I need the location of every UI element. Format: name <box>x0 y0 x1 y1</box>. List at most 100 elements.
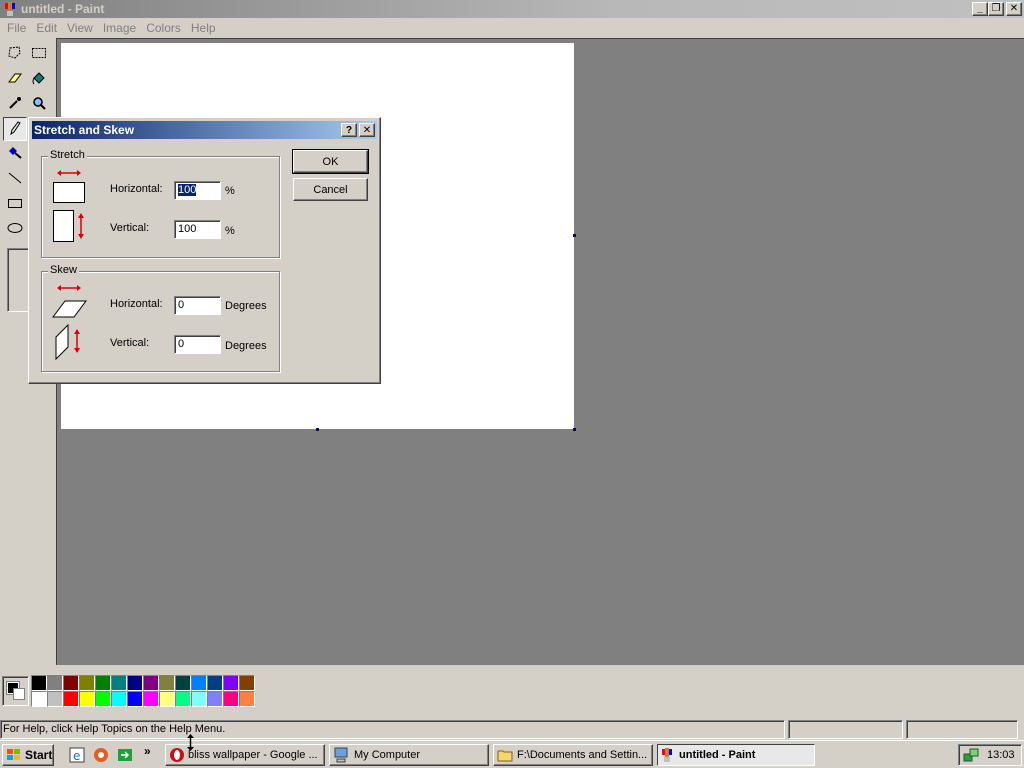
skew-group: Skew Horizontal: 0 Degrees Vertical: 0 D… <box>41 264 280 372</box>
palette-swatch[interactable] <box>223 675 239 691</box>
my-computer-icon <box>333 747 349 763</box>
dialog-title-bar[interactable]: Stretch and Skew ? ✕ <box>32 121 377 139</box>
stretch-vertical-value: 100 <box>178 223 197 235</box>
task-documents-folder[interactable]: F:\Documents and Settin... <box>493 744 653 766</box>
tool-brush[interactable] <box>3 142 27 166</box>
rect-select-icon <box>31 45 47 64</box>
skew-group-label: Skew <box>48 264 79 276</box>
ok-button[interactable]: OK <box>292 149 369 174</box>
network-icon[interactable] <box>963 747 979 763</box>
tool-line[interactable] <box>3 167 27 191</box>
palette-swatch[interactable] <box>31 675 47 691</box>
tool-ellipse[interactable] <box>3 217 27 241</box>
menu-help[interactable]: Help <box>186 21 221 35</box>
eraser-icon <box>7 70 23 89</box>
resize-handle-corner[interactable] <box>573 428 576 431</box>
tool-rectangle[interactable] <box>3 192 27 216</box>
palette-swatch[interactable] <box>191 675 207 691</box>
palette-swatch[interactable] <box>207 675 223 691</box>
stretch-horizontal-input[interactable]: 100 <box>174 181 221 200</box>
opera-icon <box>169 747 185 763</box>
palette-swatch[interactable] <box>95 675 111 691</box>
palette-swatch[interactable] <box>159 691 175 707</box>
task-label: My Computer <box>354 749 421 761</box>
palette-swatch[interactable] <box>111 691 127 707</box>
status-cell-position <box>788 719 903 739</box>
eyedropper-icon <box>7 95 23 114</box>
menu-image[interactable]: Image <box>98 21 141 35</box>
clock[interactable]: 13:03 <box>987 749 1015 761</box>
palette-swatch[interactable] <box>63 691 79 707</box>
tool-pick-color[interactable] <box>3 92 27 116</box>
palette-swatch[interactable] <box>159 675 175 691</box>
paint-app-icon[interactable] <box>2 1 18 17</box>
menu-view[interactable]: View <box>62 21 98 35</box>
palette-swatch[interactable] <box>47 675 63 691</box>
stretch-horizontal-value: 100 <box>178 184 197 196</box>
resize-handle-right[interactable] <box>573 234 576 237</box>
skew-horizontal-label: Horizontal: <box>110 298 163 310</box>
palette-swatch[interactable] <box>79 675 95 691</box>
restore-button[interactable]: ❐ <box>988 2 1004 16</box>
task-my-computer[interactable]: My Computer <box>329 744 489 766</box>
line-icon <box>7 170 23 189</box>
palette-swatch[interactable] <box>207 691 223 707</box>
brush-icon <box>7 145 23 164</box>
dialog-title: Stretch and Skew <box>34 123 135 137</box>
resize-handle-bottom[interactable] <box>316 428 319 431</box>
palette-swatch[interactable] <box>191 691 207 707</box>
palette-swatch[interactable] <box>47 691 63 707</box>
show-desktop-icon[interactable] <box>116 746 134 764</box>
tool-magnifier[interactable] <box>27 92 51 116</box>
task-untitled-paint[interactable]: untitled - Paint <box>657 744 815 766</box>
tool-fill[interactable] <box>27 67 51 91</box>
skew-vertical-input[interactable]: 0 <box>174 335 221 354</box>
palette-swatch[interactable] <box>223 691 239 707</box>
ie-icon[interactable]: e <box>68 746 86 764</box>
stretch-vertical-input[interactable]: 100 <box>174 220 221 239</box>
status-cell-size <box>906 719 1018 739</box>
palette-swatch[interactable] <box>127 675 143 691</box>
magnifier-icon <box>31 95 47 114</box>
tool-eraser[interactable] <box>3 67 27 91</box>
palette-swatch[interactable] <box>111 675 127 691</box>
skew-vertical-value: 0 <box>178 338 185 350</box>
stretch-horizontal-icon <box>52 169 86 208</box>
dialog-close-button[interactable]: ✕ <box>359 123 375 137</box>
palette-swatch[interactable] <box>127 691 143 707</box>
close-button[interactable]: ✕ <box>1006 2 1022 16</box>
stretch-vertical-icon <box>52 209 88 246</box>
menu-edit[interactable]: Edit <box>31 21 62 35</box>
palette-swatch[interactable] <box>63 675 79 691</box>
palette-swatch[interactable] <box>239 675 255 691</box>
rectangle-icon <box>7 195 23 214</box>
windows-logo-icon <box>6 748 22 762</box>
minimize-button[interactable]: _ <box>972 2 988 16</box>
palette-swatch[interactable] <box>143 691 159 707</box>
quick-launch-overflow[interactable]: » <box>144 744 151 758</box>
menu-colors[interactable]: Colors <box>141 21 186 35</box>
stretch-horizontal-label: Horizontal: <box>110 183 163 195</box>
free-select-icon <box>7 45 23 64</box>
menu-file[interactable]: File <box>2 21 31 35</box>
palette-swatch[interactable] <box>175 691 191 707</box>
start-button[interactable]: Start <box>2 744 54 766</box>
palette-swatch[interactable] <box>175 675 191 691</box>
skew-horizontal-input[interactable]: 0 <box>174 296 221 315</box>
tool-pencil[interactable] <box>3 117 27 141</box>
status-text: For Help, click Help Topics on the Help … <box>0 719 785 739</box>
cancel-button[interactable]: Cancel <box>293 178 368 201</box>
tool-free-form-select[interactable] <box>3 42 27 66</box>
menu-bar: File Edit View Image Colors Help <box>0 18 1024 38</box>
palette-swatch[interactable] <box>143 675 159 691</box>
palette-swatch[interactable] <box>79 691 95 707</box>
title-bar[interactable]: untitled - Paint _ ❐ ✕ <box>0 0 1024 18</box>
current-colors[interactable] <box>2 676 29 706</box>
browser-icon[interactable] <box>92 746 110 764</box>
dialog-help-button[interactable]: ? <box>341 123 357 137</box>
tool-select[interactable] <box>27 42 51 66</box>
palette-swatch[interactable] <box>95 691 111 707</box>
palette-swatch[interactable] <box>31 691 47 707</box>
palette-swatch[interactable] <box>239 691 255 707</box>
status-bar: For Help, click Help Topics on the Help … <box>0 718 1024 740</box>
